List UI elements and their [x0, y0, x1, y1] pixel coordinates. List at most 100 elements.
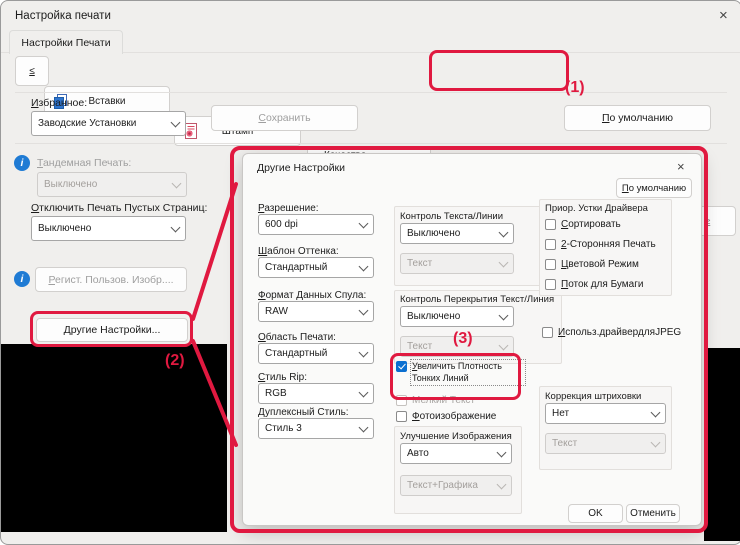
chevron-down-icon: [359, 261, 369, 271]
step3-annotation: (3): [453, 330, 473, 348]
dialog-defaults-button[interactable]: По умолчанию: [616, 178, 692, 198]
chevron-down-icon: [359, 305, 369, 315]
collate-label: Сортировать: [561, 219, 621, 230]
cancel-label: Отменить: [630, 508, 676, 519]
color-mode-checkbox[interactable]: Цветовой Режим: [545, 259, 639, 270]
print-area-value: Стандартный: [265, 348, 327, 359]
print-area-select[interactable]: Стандартный: [258, 343, 374, 364]
tandem-print-label: Тандемная Печать:: [37, 157, 131, 169]
print-setup-window: Настройка печати × Настройки Печати ≤ Вс…: [0, 0, 740, 545]
window-close-icon[interactable]: ×: [719, 8, 728, 23]
favorites-select[interactable]: Заводские Установки: [31, 111, 186, 136]
step1-annotation: (1): [565, 79, 585, 97]
checkbox-icon: [542, 327, 553, 338]
favorites-label: Избранное:: [31, 97, 87, 109]
blackout-region: [1, 344, 227, 532]
ok-button[interactable]: OK: [568, 504, 623, 523]
resolution-select[interactable]: 600 dpi: [258, 214, 374, 235]
step1-highlight-box: [429, 50, 569, 91]
chevron-down-icon: [359, 422, 369, 432]
fine-text-checkbox: Мелкий Текст: [396, 395, 475, 406]
chevron-down-icon: [359, 347, 369, 357]
chevron-down-icon: [359, 218, 369, 228]
thin-lines-label: Увеличить Плотность Тонких Линий: [412, 361, 524, 384]
inserts-label: Вставки: [89, 96, 126, 107]
dialog-title: Другие Настройки: [257, 162, 345, 174]
chevron-down-icon: [172, 178, 182, 188]
print-area-label: Область Печати:: [258, 332, 336, 343]
chevron-down-icon: [359, 387, 369, 397]
text-line-control-title: Контроль Текста/Линии: [400, 211, 503, 222]
hatching-correction-value: Нет: [552, 408, 569, 419]
register-user-image-label: Регист. Пользов. Изобр....: [48, 274, 173, 286]
skip-blank-pages-select[interactable]: Выключено: [31, 216, 186, 241]
register-user-image-button[interactable]: Регист. Пользов. Изобр....: [35, 267, 187, 292]
info-icon: i: [14, 155, 30, 171]
tone-pattern-value: Стандартный: [265, 262, 327, 273]
duplex-style-select[interactable]: Стиль 3: [258, 418, 374, 439]
step2-annotation: (2): [165, 352, 185, 370]
tandem-print-select: Выключено: [37, 172, 187, 197]
overlap-control-select[interactable]: Выключено: [400, 306, 514, 327]
tone-pattern-select[interactable]: Стандартный: [258, 257, 374, 278]
overlap-control-target: Текст: [407, 341, 432, 352]
driver-priority-title: Приор. Устки Драйвера: [545, 203, 648, 214]
hatching-correction-select[interactable]: Нет: [545, 403, 666, 424]
tab-label: Настройки Печати: [21, 37, 110, 49]
tab-print-settings[interactable]: Настройки Печати: [9, 30, 123, 54]
prev-tab-button[interactable]: ≤: [15, 56, 49, 86]
other-settings-button[interactable]: Другие Настройки...: [36, 318, 188, 342]
photo-image-checkbox[interactable]: Фотоизображение: [396, 411, 496, 422]
save-label: Сохранить: [258, 112, 310, 124]
overlap-control-title: Контроль Перекрытия Текст/Линия: [400, 294, 554, 305]
tandem-print-value: Выключено: [44, 179, 97, 190]
jpeg-driver-checkbox[interactable]: Использ.драйвердляJPEG: [542, 327, 681, 338]
defaults-button[interactable]: По умолчанию: [564, 105, 711, 131]
other-settings-label: Другие Настройки...: [64, 324, 161, 336]
text-line-control-select[interactable]: Выключено: [400, 223, 514, 244]
chevron-down-icon: [497, 447, 507, 457]
defaults-label: По умолчанию: [602, 112, 673, 124]
spool-format-select[interactable]: RAW: [258, 301, 374, 322]
image-enhancement-value: Авто: [407, 448, 429, 459]
chevron-down-icon: [171, 117, 181, 127]
checkbox-icon: [396, 395, 407, 406]
spool-format-label: Формат Данных Спула:: [258, 290, 366, 301]
cancel-button[interactable]: Отменить: [626, 504, 680, 523]
chevron-down-icon: [171, 222, 181, 232]
spool-format-value: RAW: [265, 306, 288, 317]
hatching-correction-target: Текст: [552, 438, 577, 449]
rip-style-select[interactable]: RGB: [258, 383, 374, 404]
jpeg-driver-label: Использ.драйвердляJPEG: [558, 327, 681, 338]
chevron-down-icon: [499, 340, 509, 350]
save-button[interactable]: Сохранить: [211, 105, 358, 131]
collate-checkbox[interactable]: Сортировать: [545, 219, 621, 230]
skip-blank-pages-value: Выключено: [38, 223, 91, 234]
fine-text-label: Мелкий Текст: [412, 395, 475, 406]
favorites-value: Заводские Установки: [38, 118, 136, 129]
dialog-close-icon[interactable]: ×: [677, 160, 685, 173]
rip-style-label: Стиль Rip:: [258, 372, 307, 383]
checkbox-icon: [545, 219, 556, 230]
duplex-print-checkbox[interactable]: 2-Сторонняя Печать: [545, 239, 656, 250]
checkbox-icon: [545, 259, 556, 270]
image-enhancement-target: Текст+Графика: [407, 480, 478, 491]
paper-tray-checkbox[interactable]: Поток для Бумаги: [545, 279, 643, 290]
image-enhancement-select[interactable]: Авто: [400, 443, 512, 464]
chevron-down-icon: [651, 407, 661, 417]
ok-label: OK: [588, 508, 602, 519]
next-label: ≥: [705, 216, 711, 227]
thin-lines-checkbox[interactable]: Увеличить Плотность Тонких Линий: [396, 361, 524, 384]
image-enhancement-target-select: Текст+Графика: [400, 475, 512, 496]
overlap-control-value: Выключено: [407, 311, 460, 322]
checkbox-icon: [396, 411, 407, 422]
image-enhancement-title: Улучшение Изображения: [400, 431, 512, 442]
duplex-print-label: 2-Сторонняя Печать: [561, 239, 656, 250]
resolution-label: Разрешение:: [258, 203, 319, 214]
paper-tray-label: Поток для Бумаги: [561, 279, 643, 290]
chevron-down-icon: [499, 310, 509, 320]
rip-style-value: RGB: [265, 388, 287, 399]
duplex-style-value: Стиль 3: [265, 423, 302, 434]
color-mode-label: Цветовой Режим: [561, 259, 639, 270]
text-line-control-target-select: Текст: [400, 253, 514, 274]
